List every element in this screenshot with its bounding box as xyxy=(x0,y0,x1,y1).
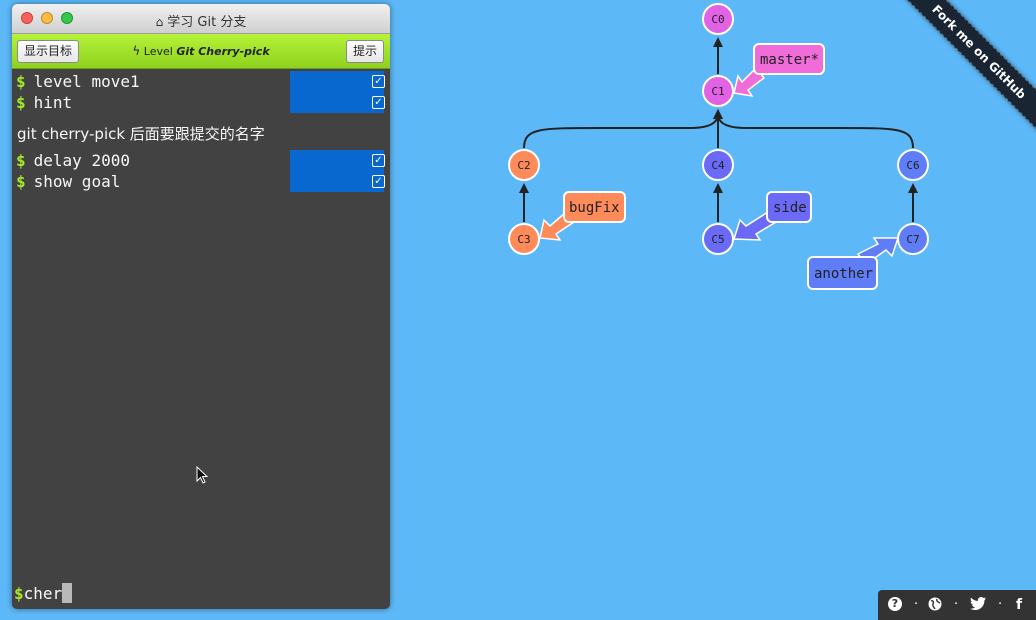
separator-dot: · xyxy=(914,597,919,612)
commit-label: C7 xyxy=(906,233,919,246)
commit-c3[interactable]: C3 xyxy=(508,223,540,255)
separator-dot: · xyxy=(998,597,1003,612)
facebook-icon[interactable]: f xyxy=(1016,590,1022,620)
branch-bugfix[interactable]: bugFix xyxy=(563,191,626,223)
branch-master[interactable]: master* xyxy=(753,43,825,75)
commit-c7[interactable]: C7 xyxy=(897,223,929,255)
commit-c4[interactable]: C4 xyxy=(702,149,734,181)
github-ribbon-container: Fork me on GitHub xyxy=(886,0,1036,150)
commit-label: C3 xyxy=(517,233,530,246)
commit-c5[interactable]: C5 xyxy=(702,223,734,255)
commit-label: C2 xyxy=(517,159,530,172)
separator-dot: · xyxy=(954,597,959,612)
commit-c0[interactable]: C0 xyxy=(702,3,734,35)
commit-label: C4 xyxy=(711,159,725,172)
twitter-icon[interactable] xyxy=(970,590,986,620)
footer-icon-bar: ? · · · f xyxy=(878,590,1036,620)
globe-icon[interactable] xyxy=(928,590,942,620)
fork-me-on-github-ribbon[interactable]: Fork me on GitHub xyxy=(894,0,1036,137)
commit-label: C6 xyxy=(906,159,919,172)
commit-label: C0 xyxy=(711,13,724,26)
commit-label: C1 xyxy=(711,85,724,98)
edge-c2-c1 xyxy=(523,109,723,149)
commit-c6[interactable]: C6 xyxy=(897,149,929,181)
branch-label-text: side xyxy=(773,200,807,216)
globe-icon-glyph xyxy=(928,597,942,610)
help-icon[interactable]: ? xyxy=(888,590,902,620)
branch-label-text: another xyxy=(814,266,873,282)
edge-c6-c1 xyxy=(717,113,914,149)
commit-label: C5 xyxy=(711,233,724,246)
commit-c2[interactable]: C2 xyxy=(508,149,540,181)
branch-label-text: bugFix xyxy=(569,200,620,216)
twitter-bird-glyph xyxy=(970,597,986,610)
commit-c1[interactable]: C1 xyxy=(702,75,734,107)
branch-another[interactable]: another xyxy=(807,256,878,290)
branch-label-text: master* xyxy=(760,52,819,68)
help-icon-glyph: ? xyxy=(888,596,902,611)
commit-graph: C0 C1 C2 C3 C4 C5 C6 C7 master* bugFix s… xyxy=(508,3,929,290)
branch-side[interactable]: side xyxy=(766,191,812,223)
